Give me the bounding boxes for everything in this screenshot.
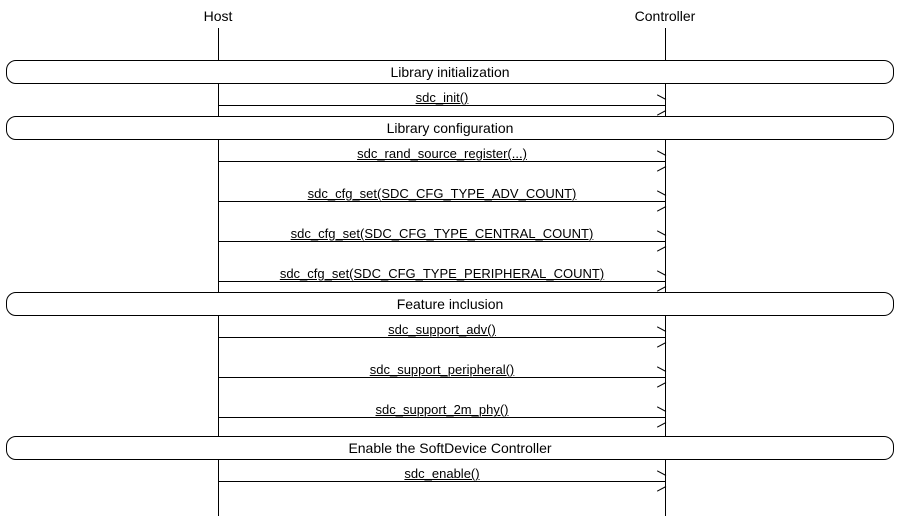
message-line bbox=[219, 481, 665, 482]
message-line bbox=[219, 377, 665, 378]
arrow-right-icon bbox=[656, 99, 666, 111]
message-label: sdc_cfg_set(SDC_CFG_TYPE_ADV_COUNT) bbox=[219, 186, 665, 201]
message-sdc-rand-source-register: sdc_rand_source_register(...) bbox=[219, 146, 665, 162]
section-title: Feature inclusion bbox=[397, 296, 504, 312]
message-line bbox=[219, 105, 665, 106]
message-sdc-support-2m-phy: sdc_support_2m_phy() bbox=[219, 402, 665, 418]
lifeline-controller-seg5 bbox=[665, 460, 666, 516]
arrow-right-icon bbox=[656, 331, 666, 343]
section-library-configuration: Library configuration bbox=[6, 116, 894, 140]
message-label: sdc_support_peripheral() bbox=[219, 362, 665, 377]
section-library-initialization: Library initialization bbox=[6, 60, 894, 84]
section-enable-softdevice-controller: Enable the SoftDevice Controller bbox=[6, 436, 894, 460]
message-label: sdc_rand_source_register(...) bbox=[219, 146, 665, 161]
participant-host-label: Host bbox=[204, 8, 233, 24]
arrow-right-icon bbox=[656, 235, 666, 247]
section-title: Library initialization bbox=[390, 64, 509, 80]
section-title: Library configuration bbox=[387, 120, 514, 136]
lifeline-host-seg1 bbox=[218, 28, 219, 60]
message-line bbox=[219, 337, 665, 338]
message-sdc-cfg-set-central-count: sdc_cfg_set(SDC_CFG_TYPE_CENTRAL_COUNT) bbox=[219, 226, 665, 242]
arrow-right-icon bbox=[656, 155, 666, 167]
lifeline-controller-seg1 bbox=[665, 28, 666, 60]
message-label: sdc_support_2m_phy() bbox=[219, 402, 665, 417]
message-sdc-cfg-set-adv-count: sdc_cfg_set(SDC_CFG_TYPE_ADV_COUNT) bbox=[219, 186, 665, 202]
arrow-right-icon bbox=[656, 195, 666, 207]
arrow-right-icon bbox=[656, 475, 666, 487]
message-sdc-support-peripheral: sdc_support_peripheral() bbox=[219, 362, 665, 378]
message-label: sdc_support_adv() bbox=[219, 322, 665, 337]
participant-controller-label: Controller bbox=[635, 8, 696, 24]
message-sdc-support-adv: sdc_support_adv() bbox=[219, 322, 665, 338]
message-label: sdc_enable() bbox=[219, 466, 665, 481]
arrow-right-icon bbox=[656, 411, 666, 423]
message-sdc-init: sdc_init() bbox=[219, 90, 665, 106]
arrow-right-icon bbox=[656, 275, 666, 287]
message-line bbox=[219, 241, 665, 242]
message-sdc-cfg-set-peripheral-count: sdc_cfg_set(SDC_CFG_TYPE_PERIPHERAL_COUN… bbox=[219, 266, 665, 282]
message-label: sdc_init() bbox=[219, 90, 665, 105]
section-feature-inclusion: Feature inclusion bbox=[6, 292, 894, 316]
section-title: Enable the SoftDevice Controller bbox=[348, 440, 551, 456]
message-line bbox=[219, 201, 665, 202]
arrow-right-icon bbox=[656, 371, 666, 383]
message-label: sdc_cfg_set(SDC_CFG_TYPE_PERIPHERAL_COUN… bbox=[219, 266, 665, 281]
message-line bbox=[219, 281, 665, 282]
message-label: sdc_cfg_set(SDC_CFG_TYPE_CENTRAL_COUNT) bbox=[219, 226, 665, 241]
message-sdc-enable: sdc_enable() bbox=[219, 466, 665, 482]
message-line bbox=[219, 417, 665, 418]
message-line bbox=[219, 161, 665, 162]
